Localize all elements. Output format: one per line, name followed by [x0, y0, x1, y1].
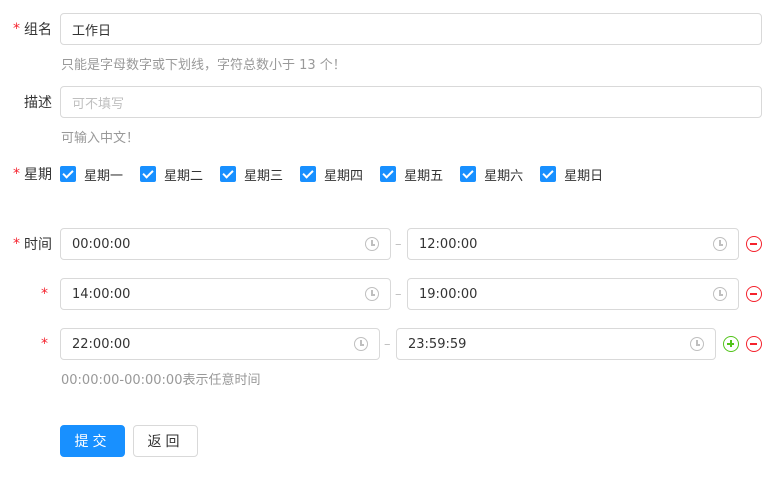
clock-icon	[354, 337, 368, 351]
description-label-text: 描述	[24, 95, 52, 111]
time-end-value: 19:00:00	[419, 286, 478, 302]
remove-time-range-button[interactable]	[746, 236, 762, 252]
weekday-label-text: 星期	[24, 167, 52, 183]
group-name-label: * 组名	[0, 13, 52, 45]
clock-icon	[713, 287, 727, 301]
weekday-option-label: 星期三	[244, 168, 284, 184]
weekday-option-label: 星期六	[484, 168, 524, 184]
checkbox-checked-icon[interactable]	[140, 166, 157, 182]
description-label: 描述	[0, 86, 52, 118]
checkbox-checked-icon[interactable]	[220, 166, 237, 182]
submit-button[interactable]: 提交	[60, 425, 125, 457]
weekday-option-label: 星期一	[84, 168, 124, 184]
time-end-picker[interactable]: 23:59:59	[396, 328, 716, 360]
checkbox-checked-icon[interactable]	[460, 166, 477, 182]
clock-icon	[690, 337, 704, 351]
weekday-checkbox-mon[interactable]: 星期一	[60, 165, 123, 184]
checkbox-checked-icon[interactable]	[60, 166, 76, 182]
time-start-picker[interactable]: 00:00:00	[60, 228, 391, 260]
required-mark: *	[13, 236, 20, 252]
group-name-input[interactable]: 工作日	[60, 13, 762, 45]
required-mark: *	[41, 286, 48, 302]
remove-time-range-button[interactable]	[746, 336, 762, 352]
add-time-range-button[interactable]	[723, 336, 739, 352]
time-range-separator: –	[395, 286, 402, 302]
clock-icon	[713, 237, 727, 251]
time-range-separator: –	[384, 336, 391, 352]
time-start-picker[interactable]: 14:00:00	[60, 278, 391, 310]
time-end-picker[interactable]: 19:00:00	[407, 278, 739, 310]
required-mark: *	[13, 166, 20, 182]
time-start-value: 00:00:00	[72, 236, 131, 252]
time-row-3-label: *	[0, 328, 52, 360]
weekday-option-label: 星期二	[164, 168, 204, 184]
time-start-value: 14:00:00	[72, 286, 131, 302]
description-input[interactable]: 可不填写	[60, 86, 762, 118]
checkbox-checked-icon[interactable]	[540, 166, 557, 182]
time-label-text: 时间	[24, 237, 52, 253]
description-help: 可输入中文！	[61, 131, 140, 146]
time-label: * 时间	[0, 228, 52, 260]
time-end-picker[interactable]: 12:00:00	[407, 228, 739, 260]
weekday-checkbox-wed[interactable]: 星期三	[220, 165, 283, 184]
time-end-value: 23:59:59	[408, 336, 467, 352]
time-range-separator: –	[395, 236, 402, 252]
weekday-checkbox-sat[interactable]: 星期六	[460, 165, 523, 184]
time-start-picker[interactable]: 22:00:00	[60, 328, 380, 360]
weekday-checkbox-group: 星期一 星期二 星期三 星期四 星期五 星期六 星期日	[60, 162, 620, 186]
weekday-label: * 星期	[0, 158, 52, 190]
group-name-help: 只能是字母数字或下划线，字符总数小于 13 个！	[61, 58, 346, 73]
time-row-2-label: *	[0, 278, 52, 310]
required-mark: *	[41, 336, 48, 352]
group-name-label-text: 组名	[24, 22, 52, 38]
clock-icon	[365, 237, 379, 251]
weekday-checkbox-fri[interactable]: 星期五	[380, 165, 443, 184]
checkbox-checked-icon[interactable]	[380, 166, 397, 182]
time-end-value: 12:00:00	[419, 236, 478, 252]
weekday-checkbox-sun[interactable]: 星期日	[540, 165, 603, 184]
clock-icon	[365, 287, 379, 301]
time-start-value: 22:00:00	[72, 336, 131, 352]
weekday-option-label: 星期四	[324, 168, 364, 184]
checkbox-checked-icon[interactable]	[300, 166, 317, 182]
weekday-checkbox-tue[interactable]: 星期二	[140, 165, 203, 184]
weekday-option-label: 星期五	[404, 168, 444, 184]
remove-time-range-button[interactable]	[746, 286, 762, 302]
weekday-option-label: 星期日	[564, 168, 604, 184]
required-mark: *	[13, 21, 20, 37]
time-help: 00:00:00-00:00:00表示任意时间	[61, 373, 261, 388]
weekday-checkbox-thu[interactable]: 星期四	[300, 165, 363, 184]
back-button[interactable]: 返回	[133, 425, 198, 457]
